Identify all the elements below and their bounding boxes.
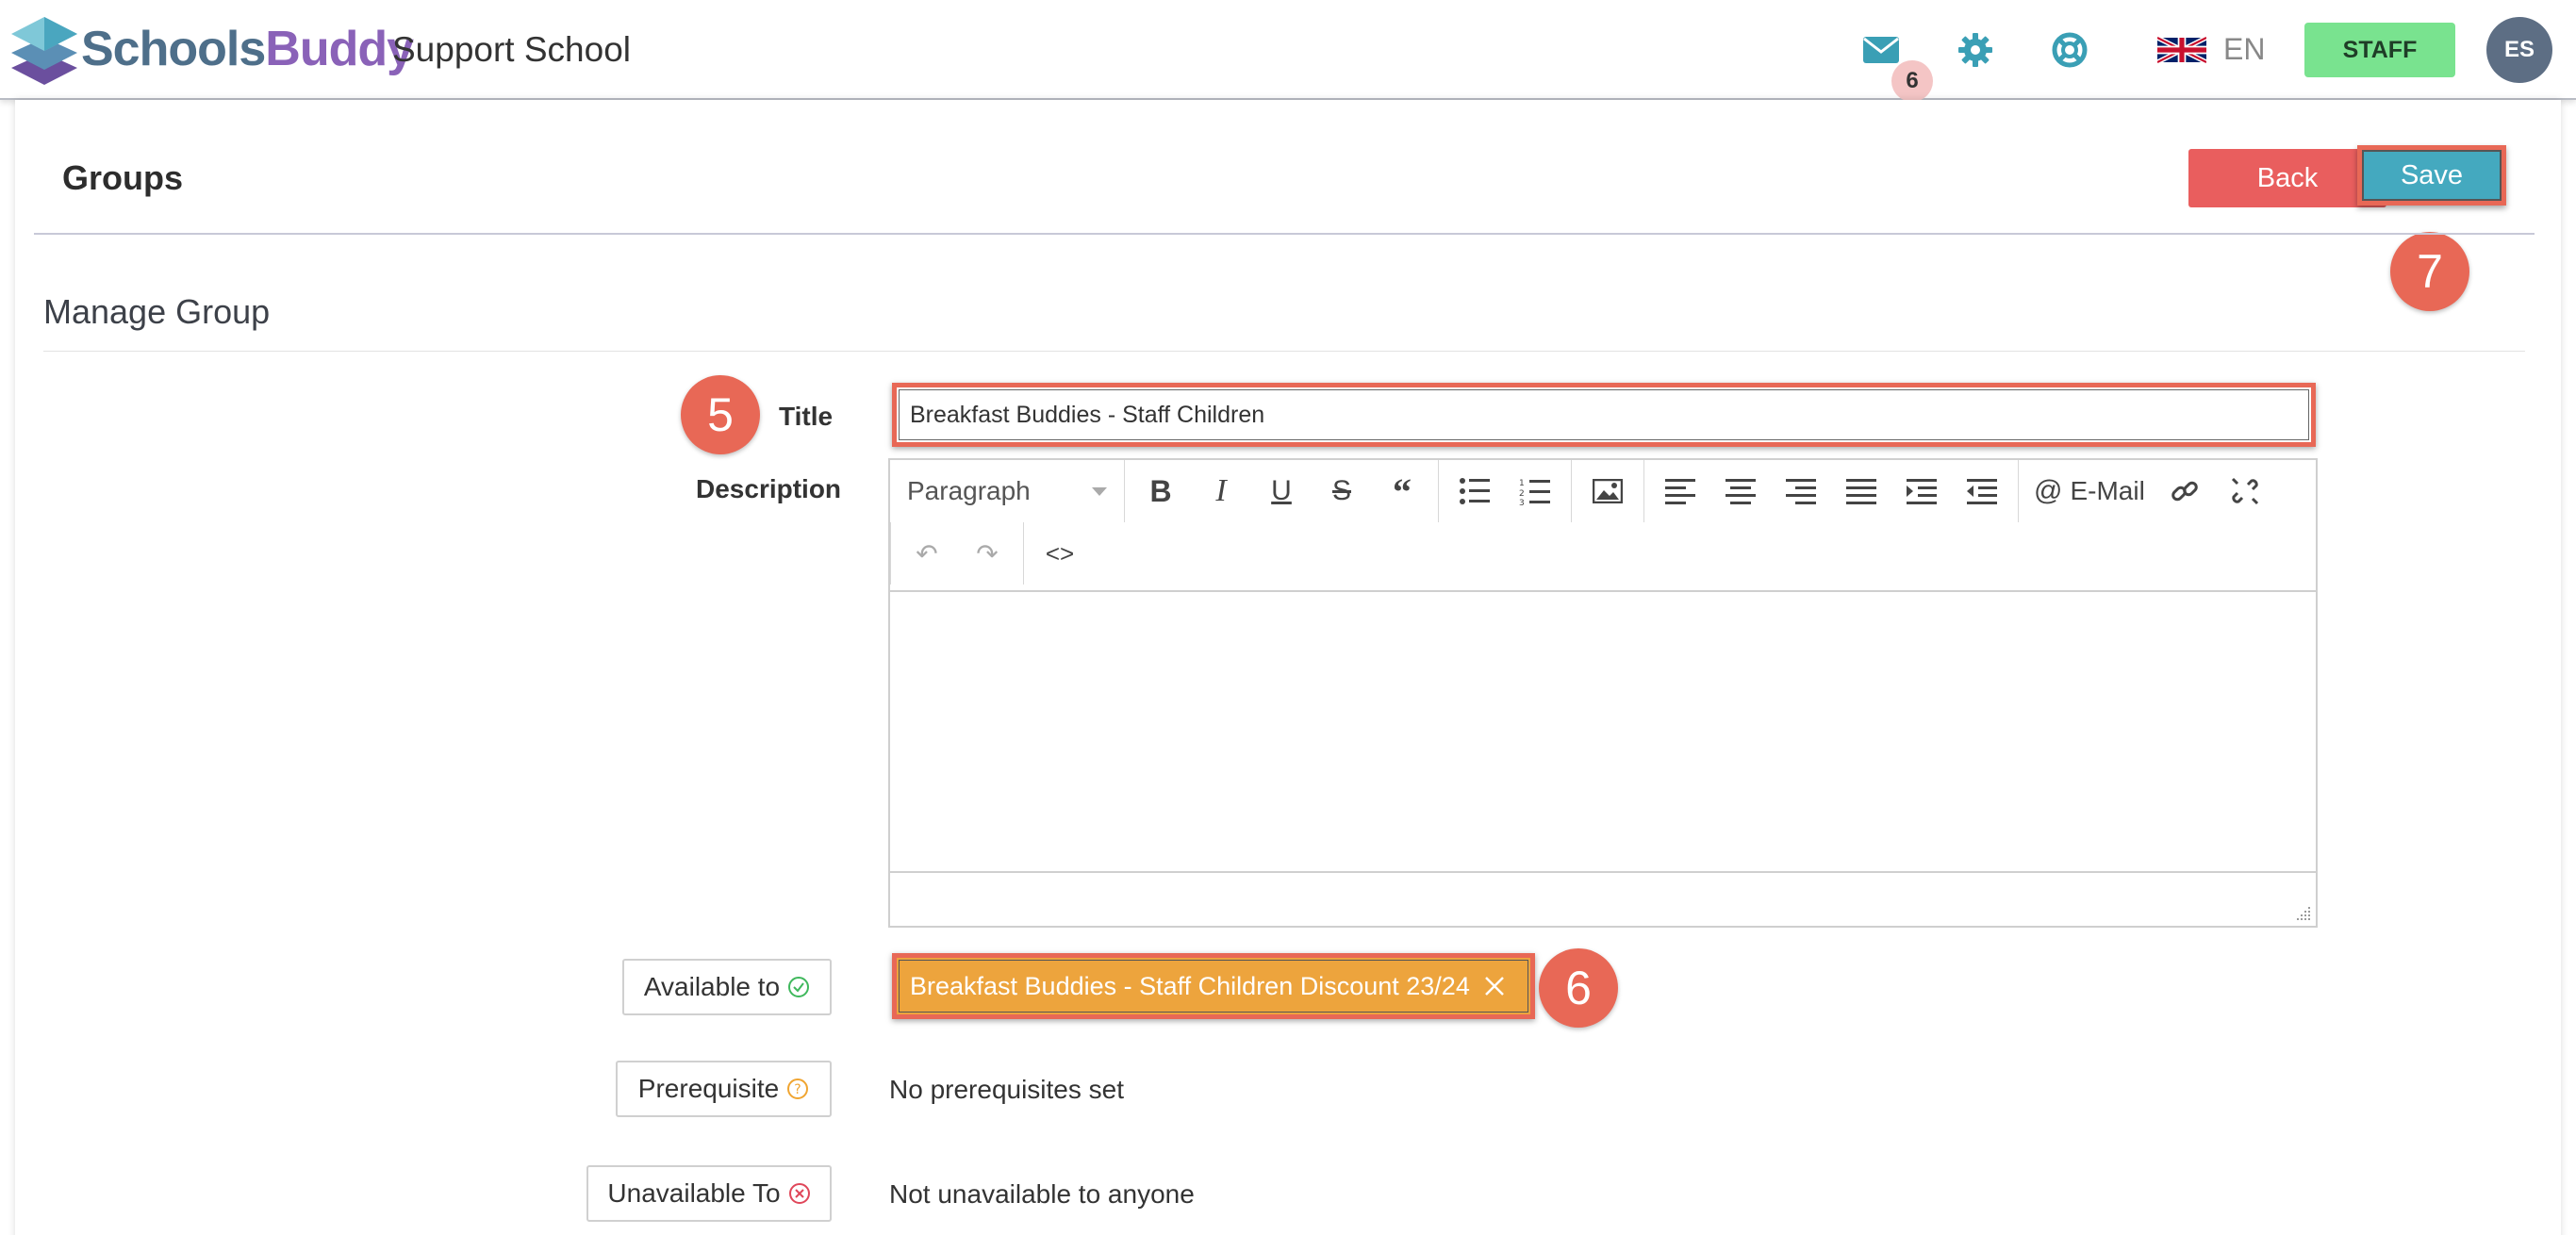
bullet-list-icon[interactable] <box>1445 467 1505 516</box>
editor-toolbar-row-1: Paragraph B I U S “ 123 @ E-Mail <box>890 460 2281 522</box>
format-select-value: Paragraph <box>907 476 1031 505</box>
step-6-callout: 6 <box>1539 948 1618 1028</box>
text-style-group: B I U S “ <box>1125 460 1439 522</box>
svg-text:1: 1 <box>1519 479 1525 488</box>
save-button[interactable]: Save <box>2357 145 2506 206</box>
avatar[interactable]: ES <box>2486 17 2552 83</box>
description-editor: Paragraph B I U S “ 123 @ E-Mail ↶ ↷ <> <box>888 458 2318 928</box>
resize-handle-icon[interactable] <box>2295 905 2312 922</box>
school-name: Support School <box>392 30 632 69</box>
editor-toolbar: Paragraph B I U S “ 123 @ E-Mail ↶ ↷ <> <box>890 460 2316 592</box>
format-select[interactable]: Paragraph <box>896 467 1118 516</box>
brand-part-1: Schools <box>81 22 266 76</box>
page-title: Groups <box>62 158 184 197</box>
question-circle-icon: ? <box>787 1079 809 1099</box>
align-center-icon[interactable] <box>1710 467 1771 516</box>
redo-icon[interactable]: ↷ <box>957 529 1017 578</box>
mail-icon <box>1863 37 1899 63</box>
bold-icon[interactable]: B <box>1131 467 1191 516</box>
top-navigation-bar: SchoolsBuddy Support School 6 EN STAFF E… <box>0 0 2576 102</box>
staff-button[interactable]: STAFF <box>2304 23 2455 77</box>
unavailable-to-button[interactable]: Unavailable To <box>586 1165 832 1222</box>
link-group: @ E-Mail <box>2019 460 2281 522</box>
history-group: ↶ ↷ <box>890 522 1024 585</box>
available-to-tag-label: Breakfast Buddies - Staff Children Disco… <box>910 971 1470 1000</box>
check-circle-icon <box>788 977 810 997</box>
editor-status-bar <box>890 871 2316 926</box>
code-icon[interactable]: <> <box>1030 529 1090 578</box>
prerequisite-value: No prerequisites set <box>889 1075 1125 1104</box>
svg-text:2: 2 <box>1519 489 1525 499</box>
email-button-label: E-Mail <box>2070 476 2145 505</box>
at-icon: @ <box>2034 475 2063 506</box>
help-button[interactable] <box>2046 28 2093 72</box>
section-divider <box>43 351 2525 352</box>
indent-icon[interactable] <box>1891 467 1952 516</box>
step-7-callout: 7 <box>2390 232 2469 311</box>
align-group <box>1644 460 2019 522</box>
numbered-list-icon[interactable]: 123 <box>1505 467 1565 516</box>
italic-icon[interactable]: I <box>1191 467 1251 516</box>
svg-text:?: ? <box>794 1082 801 1097</box>
available-to-label: Available to <box>643 972 781 1001</box>
align-left-icon[interactable] <box>1650 467 1710 516</box>
link-icon[interactable] <box>2155 467 2215 516</box>
available-to-button[interactable]: Available to <box>622 959 832 1015</box>
title-input[interactable]: Breakfast Buddies - Staff Children <box>892 383 2316 447</box>
unavailable-to-label: Unavailable To <box>607 1178 781 1208</box>
logo-icon[interactable] <box>9 13 79 89</box>
uk-flag-icon[interactable] <box>2157 36 2206 64</box>
chevron-down-icon <box>1092 486 1107 496</box>
title-label: Title <box>779 402 834 431</box>
header-divider <box>34 233 2535 235</box>
unlink-icon[interactable] <box>2215 467 2275 516</box>
unavailable-to-value: Not unavailable to anyone <box>889 1179 1195 1209</box>
prerequisite-label: Prerequisite <box>637 1074 780 1103</box>
step-5-callout: 5 <box>681 375 760 454</box>
settings-button[interactable] <box>1952 28 1999 72</box>
title-input-inner-border <box>899 389 2309 440</box>
gear-icon <box>1958 33 1992 67</box>
media-group <box>1572 460 1644 522</box>
brand-name[interactable]: SchoolsBuddy <box>81 21 414 77</box>
help-icon <box>2052 32 2088 68</box>
close-icon[interactable] <box>1483 975 1506 997</box>
brand-part-2: Buddy <box>265 22 414 76</box>
strikethrough-icon[interactable]: S <box>1312 467 1372 516</box>
align-right-icon[interactable] <box>1771 467 1831 516</box>
language-selector[interactable]: EN <box>2223 32 2265 67</box>
prerequisite-button[interactable]: Prerequisite ? <box>616 1061 832 1117</box>
outdent-icon[interactable] <box>1952 467 2012 516</box>
description-label: Description <box>696 474 842 503</box>
blockquote-icon[interactable]: “ <box>1372 467 1432 516</box>
list-group: 123 <box>1439 460 1572 522</box>
editor-toolbar-row-2: ↶ ↷ <> <box>890 522 1096 585</box>
x-circle-icon <box>788 1183 810 1204</box>
undo-icon[interactable]: ↶ <box>897 529 957 578</box>
underline-icon[interactable]: U <box>1251 467 1312 516</box>
email-button[interactable]: @ E-Mail <box>2024 467 2155 516</box>
format-group: Paragraph <box>890 460 1125 522</box>
available-to-tag[interactable]: Breakfast Buddies - Staff Children Disco… <box>892 953 1535 1019</box>
source-group: <> <box>1024 522 1096 585</box>
svg-text:3: 3 <box>1519 499 1525 505</box>
editor-content-area[interactable] <box>890 592 2316 875</box>
align-justify-icon[interactable] <box>1831 467 1891 516</box>
section-title: Manage Group <box>43 292 271 331</box>
image-icon[interactable] <box>1577 467 1638 516</box>
mail-count-badge: 6 <box>1891 60 1933 102</box>
